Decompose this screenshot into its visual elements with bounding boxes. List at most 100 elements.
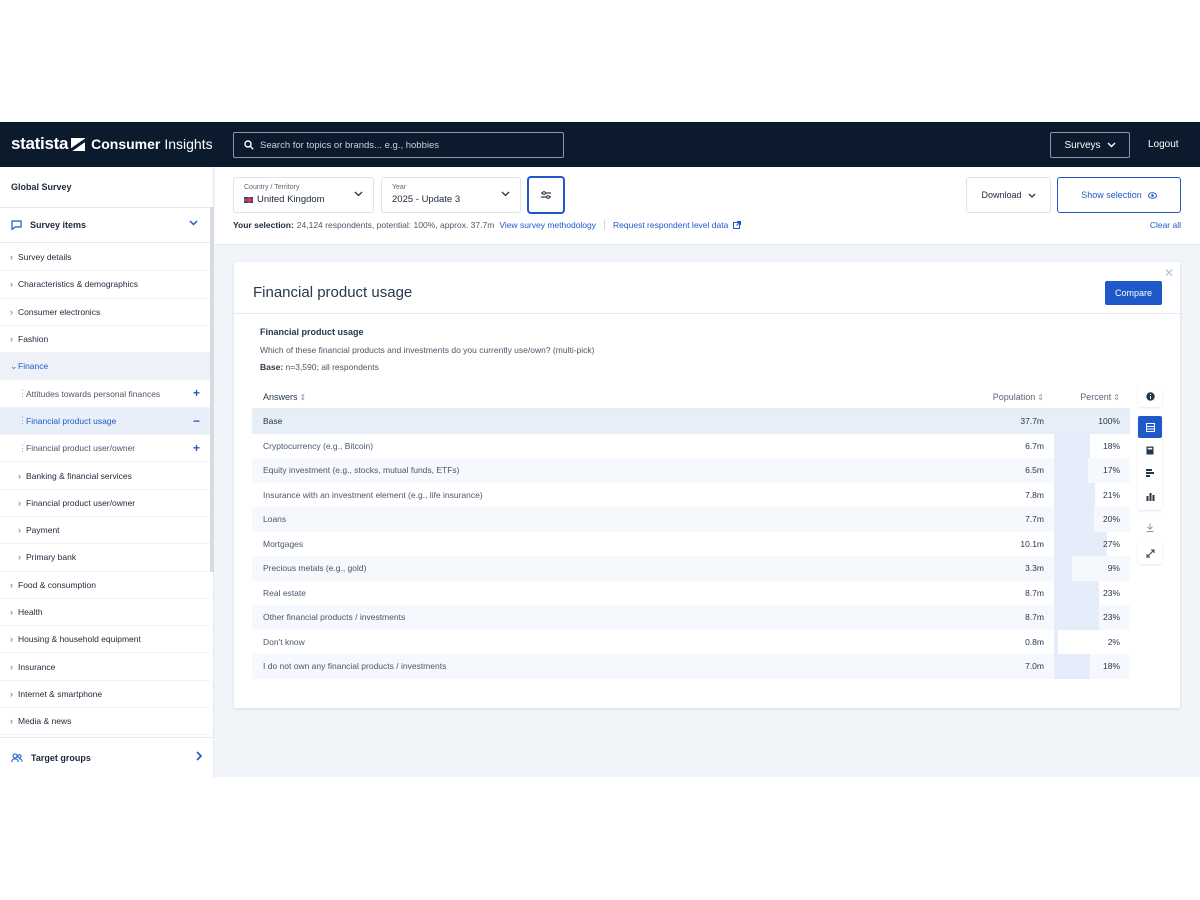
search-placeholder: Search for topics or brands... e.g., hob… xyxy=(260,139,440,151)
sidebar-item[interactable]: ⋮ Financial product usage − xyxy=(0,407,210,436)
year-dropdown[interactable]: Year 2025 - Update 3 xyxy=(381,177,521,213)
answers-column-header[interactable]: Answers ⇕ xyxy=(263,392,306,402)
population-cell: 8.7m xyxy=(1025,612,1044,622)
sidebar-item[interactable]: › Payment xyxy=(0,517,210,545)
clear-all-link[interactable]: Clear all xyxy=(1150,220,1181,230)
minus-icon[interactable]: − xyxy=(193,414,200,428)
sidebar-item[interactable]: › Fashion xyxy=(0,326,210,354)
sidebar-item[interactable]: ⋮ Financial product user/owner + xyxy=(0,435,210,463)
target-groups-label: Target groups xyxy=(31,752,91,763)
download-button[interactable]: Download xyxy=(966,177,1051,213)
sliders-icon xyxy=(541,191,551,199)
percent-header-label: Percent xyxy=(1080,392,1112,402)
plus-icon[interactable]: + xyxy=(193,441,200,455)
percent-cell: 9% xyxy=(1107,563,1120,573)
chevron-right-icon: › xyxy=(18,525,21,536)
sidebar-item[interactable]: › Survey details xyxy=(0,244,210,272)
table-row[interactable]: Insurance with an investment element (e.… xyxy=(252,482,1130,507)
chevron-right-icon: › xyxy=(10,279,13,290)
filter-settings-button[interactable] xyxy=(527,176,565,214)
chevron-right-icon: › xyxy=(10,306,13,317)
chevron-right-icon: › xyxy=(10,334,13,345)
sidebar-item[interactable]: › Financial product user/owner xyxy=(0,490,210,517)
methodology-link[interactable]: View survey methodology xyxy=(499,220,596,230)
chevron-down-icon xyxy=(501,191,510,197)
country-key: Country / Territory xyxy=(244,184,300,191)
logo-product-suffix: Insights xyxy=(164,136,213,152)
percent-bar xyxy=(1054,482,1095,507)
search-icon xyxy=(244,140,254,150)
view-mode-group xyxy=(1138,414,1162,510)
download-chart-button[interactable] xyxy=(1138,516,1162,538)
table-view-button[interactable] xyxy=(1138,416,1162,438)
survey-items-toggle[interactable]: Survey items xyxy=(0,207,214,243)
table-row[interactable]: Base 37.7m 100% xyxy=(252,409,1130,434)
expand-icon xyxy=(1146,549,1154,557)
table-row[interactable]: Precious metals (e.g., gold) 3.3m 9% xyxy=(252,556,1130,581)
divider xyxy=(604,220,606,230)
sidebar-item-label: Finance xyxy=(18,361,49,372)
chevron-down-icon: ⌄ xyxy=(10,360,18,371)
table-row[interactable]: Loans 7.7m 20% xyxy=(252,507,1130,532)
table-row[interactable]: Don't know 0.8m 2% xyxy=(252,629,1130,654)
sort-icon: ⇕ xyxy=(1037,393,1044,402)
logo-wordmark: statista xyxy=(11,134,69,153)
selection-prefix: Your selection: xyxy=(233,220,294,230)
sidebar-item[interactable]: › Insurance xyxy=(0,653,210,681)
percent-cell: 23% xyxy=(1102,587,1120,598)
percent-bar xyxy=(1054,605,1099,630)
answer-cell: Other financial products / investments xyxy=(263,612,406,622)
population-column-header[interactable]: Population ⇕ xyxy=(993,392,1044,402)
plus-icon[interactable]: + xyxy=(193,386,200,400)
external-link-icon xyxy=(733,221,742,229)
search-input[interactable]: Search for topics or brands... e.g., hob… xyxy=(233,132,564,158)
country-dropdown[interactable]: Country / Territory United Kingdom xyxy=(233,177,374,213)
calculator-view-button[interactable] xyxy=(1138,439,1162,461)
table-row[interactable]: Other financial products / investments 8.… xyxy=(252,605,1130,630)
sidebar-item[interactable]: ⋮ Attitudes towards personal finances + xyxy=(0,380,210,408)
sidebar-item-label: Banking & financial services xyxy=(26,470,132,481)
respondent-data-link[interactable]: Request respondent level data xyxy=(613,220,728,230)
target-groups-toggle[interactable]: Target groups xyxy=(0,737,214,777)
year-value: 2025 - Update 3 xyxy=(392,194,461,205)
horizontal-bar-view-button[interactable] xyxy=(1138,462,1162,484)
top-bar: statista Consumer Insights Search for to… xyxy=(0,122,1200,167)
percent-bar xyxy=(1054,433,1090,458)
sidebar-item[interactable]: ⌄ Finance xyxy=(0,353,210,381)
sidebar-item[interactable]: › Housing & household equipment xyxy=(0,626,210,654)
table-row[interactable]: Real estate 8.7m 23% xyxy=(252,580,1130,605)
info-button[interactable] xyxy=(1138,385,1162,407)
table-row[interactable]: I do not own any financial products / in… xyxy=(252,654,1130,679)
download-icon xyxy=(1146,523,1154,532)
vertical-bar-view-button[interactable] xyxy=(1138,485,1162,507)
sidebar-item[interactable]: › Health xyxy=(0,599,210,627)
percent-cell: 21% xyxy=(1102,489,1120,500)
sidebar-item[interactable]: › Internet & smartphone xyxy=(0,681,210,709)
show-selection-button[interactable]: Show selection xyxy=(1057,177,1181,213)
year-key: Year xyxy=(392,184,407,191)
percent-column-header[interactable]: Percent ⇕ xyxy=(1080,392,1120,402)
sidebar-item[interactable]: › Primary bank xyxy=(0,544,210,572)
table-row[interactable]: Mortgages 10.1m 27% xyxy=(252,531,1130,556)
sidebar-item-label: Payment xyxy=(26,525,60,536)
sidebar-scrollbar[interactable] xyxy=(210,207,214,572)
chevron-right-icon: › xyxy=(18,470,21,481)
population-cell: 10.1m xyxy=(1020,538,1044,549)
surveys-button[interactable]: Surveys xyxy=(1050,132,1130,158)
percent-bar xyxy=(1054,654,1090,679)
divider xyxy=(234,313,1180,314)
statista-logo[interactable]: statista Consumer Insights xyxy=(11,134,213,153)
close-icon[interactable]: ✕ xyxy=(1164,266,1174,280)
table-row[interactable]: Cryptocurrency (e.g., Bitcoin) 6.7m 18% xyxy=(252,433,1130,458)
percent-cell: 18% xyxy=(1102,440,1120,451)
table-row[interactable]: Equity investment (e.g., stocks, mutual … xyxy=(252,458,1130,483)
sidebar-item[interactable]: › Banking & financial services xyxy=(0,462,210,490)
sidebar-item[interactable]: › Consumer electronics xyxy=(0,299,210,326)
compare-button[interactable]: Compare xyxy=(1105,281,1162,305)
percent-bar xyxy=(1054,531,1107,556)
sidebar-item[interactable]: › Food & consumption xyxy=(0,572,210,599)
logout-link[interactable]: Logout xyxy=(1148,139,1179,150)
sidebar-item[interactable]: › Media & news xyxy=(0,708,210,736)
sidebar-item[interactable]: › Characteristics & demographics xyxy=(0,271,210,299)
expand-button[interactable] xyxy=(1138,542,1162,564)
